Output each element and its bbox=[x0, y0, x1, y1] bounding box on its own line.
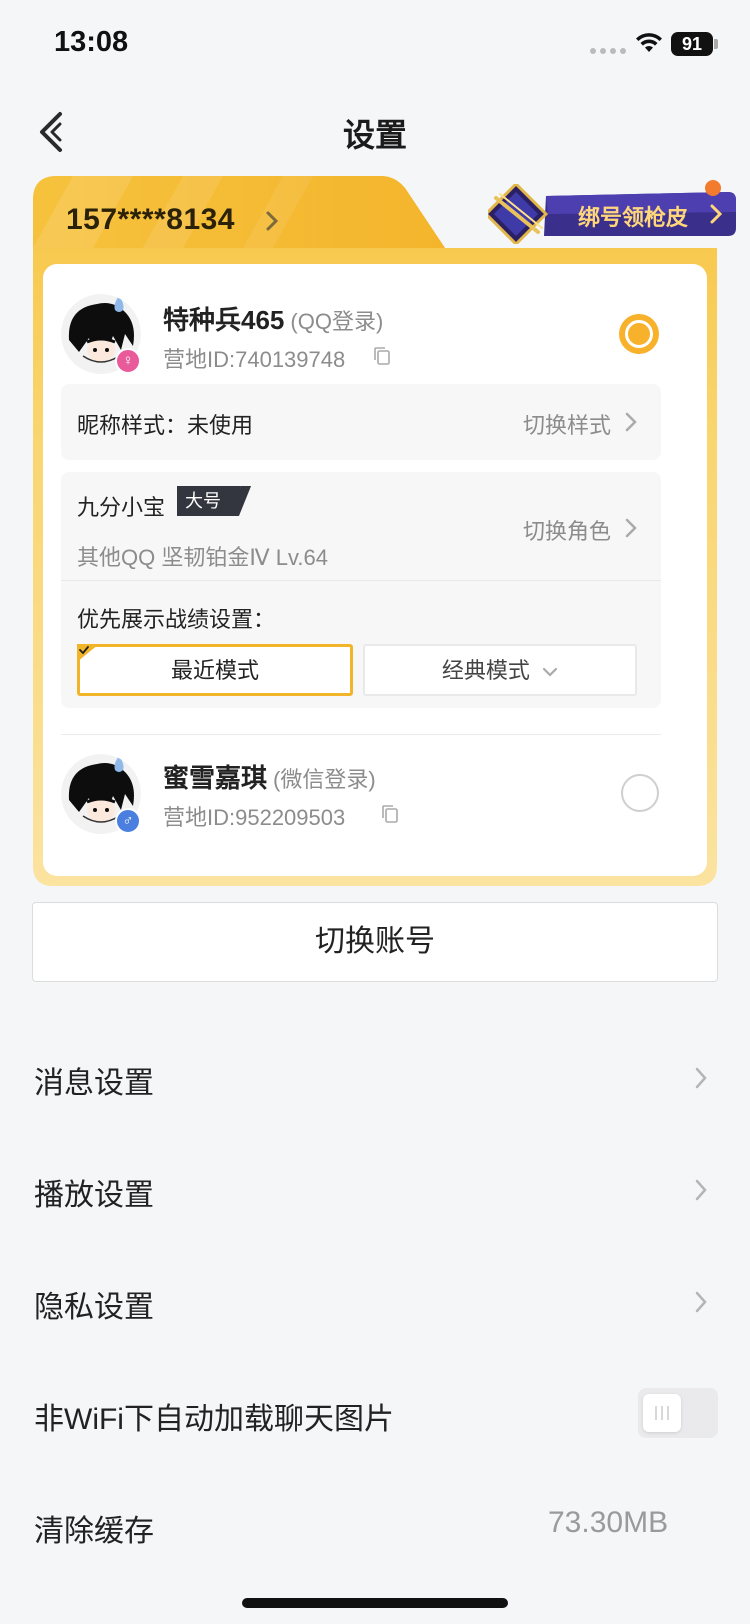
settings-item-label: 非WiFi下自动加载聊天图片 bbox=[34, 1403, 394, 1436]
chevron-right-icon bbox=[625, 518, 637, 538]
classic-mode-dropdown[interactable]: 经典模式 bbox=[363, 644, 637, 696]
settings-item-playback[interactable]: 播放设置 bbox=[0, 1134, 750, 1246]
toggle-knob bbox=[643, 1394, 681, 1432]
switch-style-link[interactable]: 切换样式 bbox=[523, 408, 611, 440]
promo-label: 绑号领枪皮 bbox=[578, 205, 689, 230]
check-icon bbox=[77, 644, 99, 662]
account-id: 营地ID:740139748 bbox=[163, 347, 346, 372]
copy-icon[interactable] bbox=[381, 804, 399, 824]
copy-icon[interactable] bbox=[373, 346, 391, 366]
notification-dot bbox=[705, 180, 721, 196]
phone-number[interactable]: 157****8134 bbox=[66, 203, 235, 237]
settings-item-clear-cache[interactable]: 清除缓存 73.30MB bbox=[0, 1470, 750, 1582]
record-display-label: 优先展示战绩设置： bbox=[77, 607, 276, 632]
auto-load-images-toggle[interactable] bbox=[638, 1388, 718, 1438]
status-time: 13:08 bbox=[54, 26, 129, 58]
settings-item-label: 清除缓存 bbox=[34, 1515, 154, 1548]
settings-item-label: 隐私设置 bbox=[34, 1291, 154, 1324]
account-name: 特种兵465 (QQ登录) bbox=[163, 305, 384, 335]
account-id: 营地ID:952209503 bbox=[163, 805, 346, 830]
panel-divider bbox=[61, 580, 661, 581]
female-gender-icon: ♀ bbox=[115, 348, 141, 374]
account-divider bbox=[61, 734, 661, 735]
home-indicator bbox=[242, 1598, 508, 1608]
role-panel: 九分小宝 大号 其他QQ 坚韧铂金Ⅳ Lv.64 切换角色 优先展示战绩设置： … bbox=[61, 472, 661, 708]
chevron-down-icon bbox=[542, 668, 558, 677]
cache-size-value: 73.30MB bbox=[548, 1506, 669, 1539]
chevron-right-icon bbox=[695, 1291, 707, 1313]
account-radio-unselected[interactable] bbox=[621, 774, 659, 812]
settings-item-privacy[interactable]: 隐私设置 bbox=[0, 1246, 750, 1358]
settings-item-messages[interactable]: 消息设置 bbox=[0, 1022, 750, 1134]
account-list: ♀ 特种兵465 (QQ登录) 营地ID:740139748 昵称样式：未使用 切… bbox=[43, 264, 707, 876]
nickname-style-row[interactable]: 昵称样式：未使用 切换样式 bbox=[61, 384, 661, 460]
promo-chevron-right-icon bbox=[710, 204, 722, 224]
page-title: 设置 bbox=[342, 117, 407, 153]
cellular-signal-icon bbox=[590, 48, 626, 54]
switch-role-link[interactable]: 切换角色 bbox=[523, 514, 611, 546]
nickname-style-label: 昵称样式：未使用 bbox=[77, 413, 254, 438]
status-bar: 13:08 91 bbox=[0, 0, 750, 90]
settings-item-label: 播放设置 bbox=[34, 1179, 154, 1212]
role-name: 九分小宝 bbox=[77, 495, 166, 520]
account-radio-selected[interactable] bbox=[619, 314, 659, 354]
male-gender-icon: ♂ bbox=[115, 808, 141, 834]
settings-item-label: 消息设置 bbox=[34, 1067, 154, 1100]
battery-tip bbox=[714, 39, 718, 49]
switch-account-button[interactable]: 切换账号 bbox=[32, 902, 718, 982]
chevron-right-icon bbox=[695, 1067, 707, 1089]
recent-mode-button[interactable]: 最近模式 bbox=[77, 644, 353, 696]
role-detail: 其他QQ 坚韧铂金Ⅳ Lv.64 bbox=[77, 545, 328, 570]
chevron-right-icon bbox=[695, 1179, 707, 1201]
bind-promo-banner[interactable]: 绑号领枪皮 bbox=[488, 184, 738, 244]
wifi-icon bbox=[636, 33, 662, 52]
settings-item-auto-load-images: 非WiFi下自动加载聊天图片 bbox=[0, 1358, 750, 1470]
account-name: 蜜雪嘉琪 (微信登录) bbox=[163, 763, 376, 793]
phone-chevron-right-icon[interactable] bbox=[265, 210, 279, 232]
chevron-right-icon bbox=[625, 412, 637, 432]
account-card: 157****8134 绑号领枪皮 ♀ 特种兵465 (QQ登录) 营地ID:7… bbox=[33, 176, 736, 886]
battery-icon: 91 bbox=[671, 32, 713, 56]
